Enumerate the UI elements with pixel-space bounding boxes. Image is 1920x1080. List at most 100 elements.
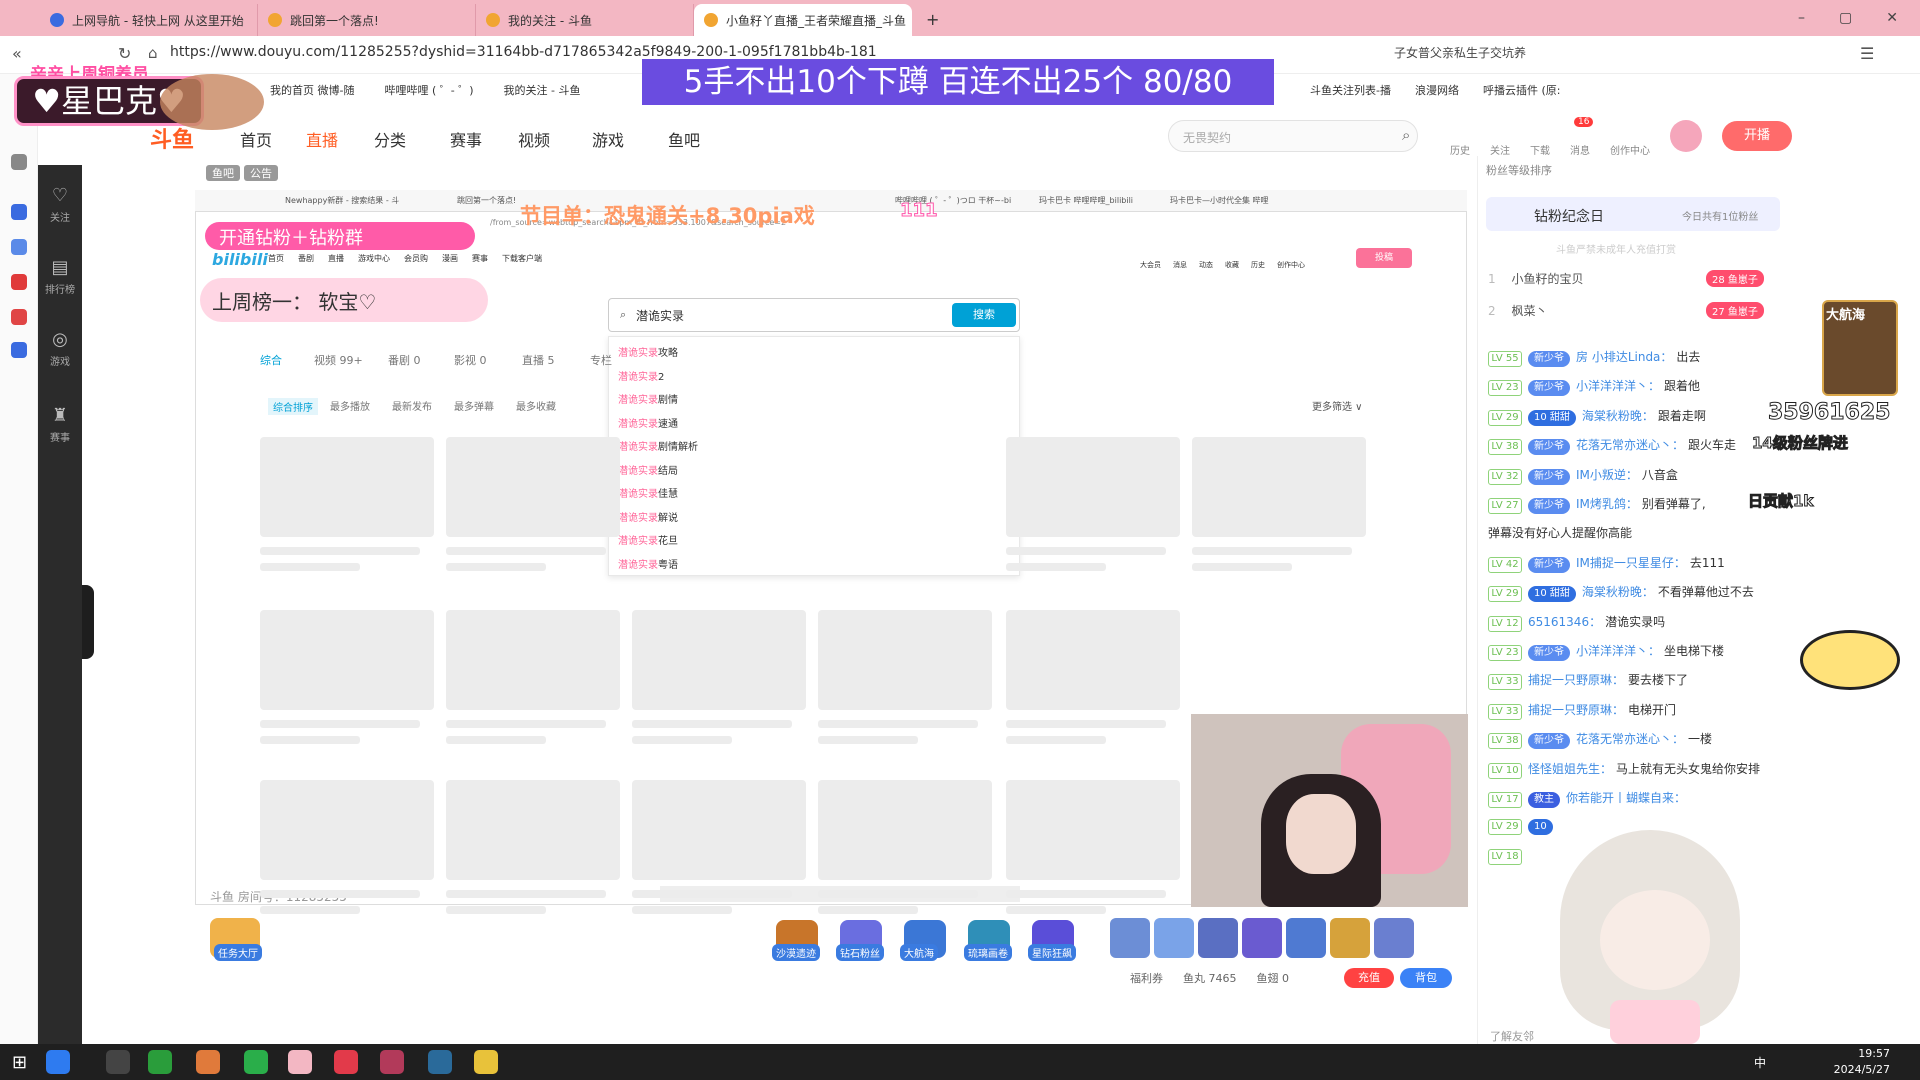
app-icon[interactable] [11,309,27,325]
result-card-placeholder [260,437,434,537]
search-icon[interactable]: ⌕ [1402,126,1410,144]
fan-badge: 新少爷 [1528,556,1570,573]
collapse-icon[interactable]: « [12,44,22,63]
chat-username[interactable]: IM烤乳鸽： [1576,497,1638,511]
navy-label: 大航海 [1826,308,1866,323]
message-button[interactable]: 消息 [1570,142,1590,157]
app-taskbar-icon[interactable] [474,1050,498,1074]
system-clock[interactable]: 19:57 2024/5/27 [1834,1046,1890,1078]
level-badge: LV 29 [1488,409,1522,426]
sort-option: 最多收藏 [516,402,556,413]
level-badge: LV 33 [1488,674,1522,691]
chat-username[interactable]: 海棠秋粉晚： [1582,585,1654,599]
start-broadcast-button[interactable]: 开播 [1722,121,1792,151]
nav-category[interactable]: 分类 [374,127,406,151]
rank-badge: 28 鱼崽子 [1706,270,1764,287]
fans-level-sort[interactable]: 粉丝等级排序 [1486,162,1552,178]
chat-username[interactable]: 花落无常亦迷心丶： [1576,438,1684,452]
tab-yuba[interactable]: 鱼吧 [206,165,240,181]
chat-username[interactable]: IM捕捉一只星星仔： [1576,556,1686,570]
fans-sub: 今日共有1位粉丝 [1682,212,1759,223]
bookmarks-bar-right: 斗鱼关注列表-播 浪漫网络 呼播云插件 (原: [1310,82,1560,98]
bookmark-link[interactable]: 我的关注 - 斗鱼 [504,82,581,98]
browser-tab[interactable]: 我的关注 - 斗鱼 [476,4,694,36]
chat-message: LV 23 新少爷 小洋洋洋洋丶： 坐电梯下楼 [1488,642,1724,661]
bookmark-link[interactable]: 浪漫网络 [1415,82,1459,98]
chat-username[interactable]: 怪怪姐姐先生： [1528,762,1612,776]
nav-live[interactable]: 直播 [306,127,338,151]
follow-button[interactable]: 关注 [1490,142,1510,157]
inner-tab: 跳回第一个落点! [457,196,517,205]
app-taskbar-icon[interactable] [106,1050,130,1074]
suggestion-item: 潜诡实录结局 [618,465,678,477]
app-taskbar-icon[interactable] [380,1050,404,1074]
wechat-taskbar-icon[interactable] [244,1050,268,1074]
app-taskbar-icon[interactable] [196,1050,220,1074]
nav-video[interactable]: 视频 [518,127,550,151]
new-tab-icon[interactable]: + [912,4,953,36]
chat-username[interactable]: 小洋洋洋洋丶： [1576,644,1660,658]
bili-nav-item: 首页 [268,254,284,263]
home-icon[interactable]: ⌂ [148,44,158,62]
chat-text: 八音盒 [1641,467,1678,482]
bili-nav-item: 直播 [328,254,344,263]
tab-notice[interactable]: 公告 [244,165,278,181]
app-taskbar-icon[interactable] [428,1050,452,1074]
browser-tab[interactable]: 跳回第一个落点! [258,4,476,36]
result-text-placeholder [1006,563,1106,571]
bookmark-link[interactable]: 斗鱼关注列表-播 [1310,82,1391,98]
chat-username[interactable]: 你若能开丨蝴蝶自来： [1566,791,1686,805]
menu-icon[interactable]: ☰ [1860,44,1874,63]
minimize-button[interactable]: – [1798,10,1805,26]
recharge-button[interactable]: 充值 [1344,968,1394,988]
search-app-icon[interactable] [11,204,27,220]
app-taskbar-icon[interactable] [288,1050,312,1074]
app-taskbar-icon[interactable] [148,1050,172,1074]
creator-center-button[interactable]: 创作中心 [1610,142,1650,157]
sidebar-item-rank[interactable]: ▤ 排行榜 [38,257,82,296]
ime-indicator[interactable]: 中 [1754,1054,1766,1071]
chat-username[interactable]: 小洋洋洋洋丶： [1576,379,1660,393]
result-text-placeholder [632,906,732,914]
app-icon[interactable] [11,274,27,290]
nav-home[interactable]: 首页 [240,127,272,151]
bookmark-link[interactable]: 子女普父亲私生子交坑养 [1394,44,1526,61]
browser-tab[interactable]: 上网导航 - 轻快上网 从这里开始 [40,4,258,36]
nav-games[interactable]: 游戏 [592,127,624,151]
browser-tab-active[interactable]: 小鱼籽丫直播_王者荣耀直播_斗鱼✕ [694,4,912,36]
download-button[interactable]: 下载 [1530,142,1550,157]
bili-nav-item: 下载客户端 [502,254,542,263]
avatar[interactable] [1670,120,1702,152]
backpack-button[interactable]: 背包 [1400,968,1452,988]
chat-text: 要去楼下了 [1628,673,1689,688]
close-window-button[interactable]: ✕ [1886,10,1898,26]
chat-text: 不看弹幕他过不去 [1657,585,1754,600]
sidebar-item-events[interactable]: ♜ 赛事 [38,405,82,444]
nav-yuba[interactable]: 鱼吧 [668,127,700,151]
chat-username[interactable]: 房 小排达Linda： [1576,350,1672,364]
fuli-coupon[interactable]: 福利券 [1130,970,1163,986]
nav-events[interactable]: 赛事 [450,127,482,151]
chat-username[interactable]: IM小叛逆： [1576,468,1638,482]
bili-nav-item: 赛事 [472,254,488,263]
app-icon[interactable] [11,239,27,255]
history-button[interactable]: 历史 [1450,142,1470,157]
bookmark-link[interactable]: 我的首页 微博-随 [270,82,354,98]
sidebar-item-games[interactable]: ◎ 游戏 [38,329,82,368]
maximize-button[interactable]: ▢ [1839,10,1852,26]
chat-username[interactable]: 捕捉一只野原琳： [1528,703,1624,717]
app-taskbar-icon[interactable] [334,1050,358,1074]
sidebar-item-follow[interactable]: ♡ 关注 [38,185,82,224]
search-input[interactable]: 无畏契约 [1168,120,1418,152]
bookmark-link[interactable]: 呼播云插件 (原: [1483,82,1561,98]
chat-username[interactable]: 花落无常亦迷心丶： [1576,732,1684,746]
browser-taskbar-icon[interactable] [46,1050,70,1074]
windows-start-icon[interactable]: ⊞ [12,1052,27,1073]
rank-number: 1 [1488,272,1496,286]
folder-icon[interactable] [11,154,27,170]
chat-username[interactable]: 海棠秋粉晚： [1582,409,1654,423]
chat-username[interactable]: 65161346： [1528,615,1601,629]
bookmark-link[interactable]: 哔哩哔哩 ( ゜- ゜) [384,82,473,98]
app-icon[interactable] [11,342,27,358]
chat-username[interactable]: 捕捉一只野原琳： [1528,673,1624,687]
